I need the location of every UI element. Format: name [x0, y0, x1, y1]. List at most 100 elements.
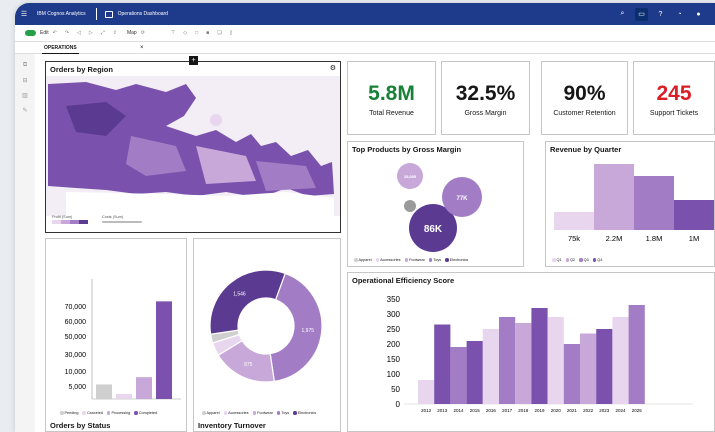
map-label[interactable]: Map — [127, 30, 137, 36]
bubble-label: 25,085 — [404, 174, 417, 179]
efficiency-bar — [563, 344, 580, 404]
copy-icon[interactable]: ❏ — [217, 30, 221, 36]
close-tab-icon[interactable]: × — [140, 42, 144, 54]
data-icon[interactable]: ⧉ — [15, 62, 35, 69]
efficiency-bar — [628, 305, 645, 404]
legend-item: Q2 — [565, 258, 575, 262]
menu-icon[interactable]: ☰ — [15, 10, 33, 18]
expand-icon[interactable]: ⤢ — [101, 30, 105, 36]
x-tick-label: 2012 — [421, 408, 432, 413]
legend-profit: Profit (Sum) — [52, 215, 88, 224]
efficiency-bar — [580, 333, 597, 404]
orders-status-card[interactable]: 70,000 60,000 50,000 30,000 10,000 5,000 Pend… — [45, 238, 187, 432]
search-icon[interactable]: ⌕ — [616, 8, 629, 21]
legend-item: Canceled — [82, 411, 103, 415]
legend-item: Footwear — [252, 411, 273, 415]
back-icon[interactable]: ◁ — [77, 30, 81, 36]
efficiency-bar — [515, 323, 532, 404]
tab-operations[interactable]: OPERATIONS — [42, 42, 79, 54]
map-title: Orders by Region — [50, 65, 113, 74]
settings-icon[interactable]: ⚙ — [330, 64, 336, 72]
legend-item: Accessories — [223, 411, 249, 415]
legend-item: Toys — [276, 411, 289, 415]
efficiency-bar — [596, 329, 613, 404]
legend-item: Apparel — [354, 258, 372, 262]
efficiency-bar-chart: 0 50 100 150 200 250 300 350 2012 2013 2014 2015 201… — [387, 295, 693, 413]
help-icon[interactable]: ? — [654, 8, 667, 21]
efficiency-bar — [466, 341, 483, 404]
widgets-icon[interactable]: ⊟ — [15, 77, 35, 84]
legend-item: Pending — [60, 411, 78, 415]
divider — [95, 8, 97, 20]
efficiency-bar — [434, 324, 451, 404]
inventory-legend: Apparel Accessories Footwear Toys Electr… — [202, 411, 316, 415]
comment-icon[interactable]: ▭ — [635, 7, 648, 21]
dashboard-name: Operations Dashboard — [117, 11, 168, 17]
bubble-label: 86K — [424, 224, 443, 235]
revenue-bar — [634, 176, 674, 230]
left-rail: ⧉ ⊟ ▥ ✎ — [15, 54, 35, 432]
efficiency-bar — [612, 317, 629, 404]
chart-title: Orders by Status — [50, 421, 111, 430]
kpi-label: Gross Margin — [464, 110, 507, 117]
efficiency-card[interactable]: Operational Efficiency Score 0 50 100 150 20… — [347, 272, 715, 432]
tab-bar: OPERATIONS × — [15, 42, 715, 54]
undo-icon[interactable]: ↶ — [53, 30, 57, 36]
filter-icon[interactable]: ◇ — [183, 30, 187, 36]
chart-title: Inventory Turnover — [198, 421, 266, 430]
y-tick-label: 350 — [387, 295, 401, 304]
swatch-3 — [70, 220, 79, 224]
efficiency-bar — [450, 347, 467, 404]
swatch-4 — [79, 220, 88, 224]
efficiency-bar — [531, 308, 548, 404]
top-products-card[interactable]: Top Products by Gross Margin 86K 77K 25,… — [347, 141, 524, 267]
revenue-quarter-card[interactable]: Revenue by Quarter 75k 2.2M 1.8M 1M Q1 Q2 Q… — [545, 141, 715, 267]
y-tick-label: 10,000 — [65, 369, 87, 376]
y-tick-label: 5,000 — [68, 384, 86, 391]
slice-label: 1,546 — [233, 291, 246, 297]
stop-icon[interactable]: ■ — [206, 30, 209, 36]
quarters-legend: Q1 Q2 Q3 Q4 — [552, 258, 602, 262]
chart-title: Top Products by Gross Margin — [352, 145, 462, 154]
x-tick-label: 2015 — [470, 408, 481, 413]
x-tick-label: 2023 — [599, 408, 610, 413]
legend-item: Q3 — [579, 258, 589, 262]
x-tick-label: 2021 — [567, 408, 578, 413]
products-legend: Apparel Accessories Footwear Toys Electr… — [354, 258, 468, 262]
toolbar: Edit ↶ ↷ ◁ ▷ ⤢ ⇪ Map ⟳ ⊤ ◇ □ ■ ❏ ▯ — [15, 25, 715, 42]
revenue-bar — [674, 200, 714, 230]
grid-icon[interactable]: □ — [195, 30, 198, 36]
share-icon[interactable]: ⇪ — [113, 30, 117, 36]
legend-profit-label: Profit (Sum) — [52, 215, 73, 219]
map-icon[interactable]: ⟳ — [141, 30, 145, 36]
x-tick-label: 2025 — [632, 408, 643, 413]
x-tick-label: 1M — [689, 234, 699, 243]
inventory-card[interactable]: 1,975 875 1,546 Apparel Accessories Footwe… — [193, 238, 341, 432]
y-tick-label: 300 — [387, 310, 401, 319]
bubble-chart: 86K 77K 25,085 — [397, 163, 482, 252]
x-tick-label: 2018 — [518, 408, 529, 413]
y-tick-label: 70,000 — [65, 304, 87, 311]
notifications-icon[interactable]: ◔ — [673, 8, 686, 21]
status-legend: Pending Canceled Processing Completed — [60, 411, 157, 415]
status-bar — [116, 393, 132, 399]
pin-icon[interactable]: ⊤ — [171, 30, 175, 36]
user-icon[interactable]: ● — [692, 8, 705, 21]
chart-icon[interactable]: ▥ — [15, 92, 35, 99]
redo-icon[interactable]: ↷ — [65, 30, 69, 36]
x-tick-label: 2020 — [551, 408, 562, 413]
map-card[interactable]: Orders by Region ⚙ + Profit (Sum) Costs … — [45, 56, 341, 233]
legend-item: Processing — [106, 411, 130, 415]
efficiency-bar — [482, 329, 499, 404]
swatch-1 — [52, 220, 61, 224]
forward-icon[interactable]: ▷ — [89, 30, 93, 36]
brush-icon[interactable]: ✎ — [15, 107, 35, 114]
app-name: IBM Cognos Analytics — [37, 11, 86, 17]
add-icon[interactable]: + — [189, 56, 198, 65]
status-bar — [96, 384, 112, 399]
x-tick-label: 2017 — [502, 408, 513, 413]
legend-item: Electronics — [293, 411, 316, 415]
edit-toggle[interactable] — [25, 30, 36, 36]
box-icon[interactable]: ▯ — [230, 30, 233, 36]
kpi-label: Customer Retention — [553, 110, 616, 117]
